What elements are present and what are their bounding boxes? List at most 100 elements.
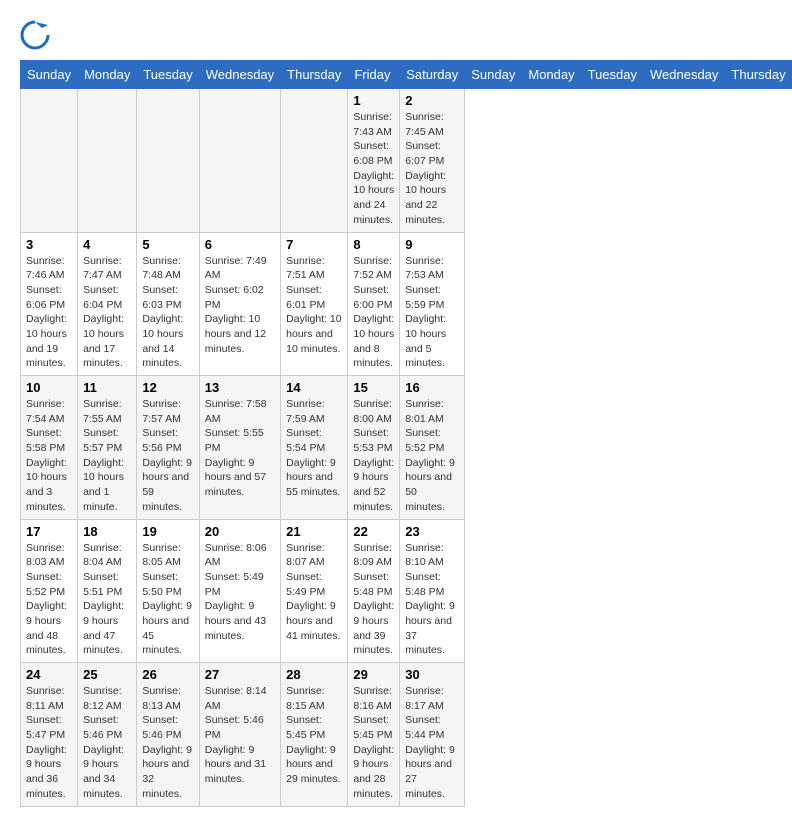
calendar-day-cell: [137, 89, 199, 233]
calendar-day-cell: [21, 89, 78, 233]
calendar-day-cell: 17 Sunrise: 8:03 AM Sunset: 5:52 PM Dayli…: [21, 519, 78, 663]
calendar-week-row: 17 Sunrise: 8:03 AM Sunset: 5:52 PM Dayli…: [21, 519, 792, 663]
day-header-saturday: Saturday: [400, 61, 465, 89]
day-info: Sunrise: 7:57 AM Sunset: 5:56 PM Dayligh…: [142, 397, 193, 515]
day-header-wednesday: Wednesday: [644, 61, 725, 89]
calendar-week-row: 3Sunrise: 7:46 AM Sunset: 6:06 PM Daylig…: [21, 232, 792, 376]
day-number: 20: [205, 524, 275, 539]
calendar-day-cell: 3Sunrise: 7:46 AM Sunset: 6:06 PM Daylig…: [21, 232, 78, 376]
day-info: Sunrise: 8:07 AM Sunset: 5:49 PM Dayligh…: [286, 541, 342, 644]
calendar-day-cell: 23 Sunrise: 8:10 AM Sunset: 5:48 PM Dayli…: [400, 519, 465, 663]
day-number: 17: [26, 524, 72, 539]
day-number: 1: [353, 93, 394, 108]
calendar-day-cell: 10 Sunrise: 7:54 AM Sunset: 5:58 PM Dayli…: [21, 376, 78, 520]
day-number: 22: [353, 524, 394, 539]
day-info: Sunrise: 8:09 AM Sunset: 5:48 PM Dayligh…: [353, 541, 394, 659]
calendar-day-cell: 1 Sunrise: 7:43 AM Sunset: 6:08 PM Daylig…: [348, 89, 400, 233]
day-number: 29: [353, 667, 394, 682]
day-number: 7: [286, 237, 342, 252]
day-number: 30: [405, 667, 459, 682]
day-header-friday: Friday: [348, 61, 400, 89]
day-info: Sunrise: 8:00 AM Sunset: 5:53 PM Dayligh…: [353, 397, 394, 515]
day-header-tuesday: Tuesday: [581, 61, 643, 89]
calendar-day-cell: 4 Sunrise: 7:47 AM Sunset: 6:04 PM Daylig…: [78, 232, 137, 376]
day-header-tuesday: Tuesday: [137, 61, 199, 89]
day-number: 21: [286, 524, 342, 539]
calendar-day-cell: 28 Sunrise: 8:15 AM Sunset: 5:45 PM Dayli…: [281, 663, 348, 807]
day-info: Sunrise: 8:13 AM Sunset: 5:46 PM Dayligh…: [142, 684, 193, 802]
calendar-day-cell: 20 Sunrise: 8:06 AM Sunset: 5:49 PM Dayli…: [199, 519, 280, 663]
day-info: Sunrise: 8:06 AM Sunset: 5:49 PM Dayligh…: [205, 541, 275, 644]
day-number: 27: [205, 667, 275, 682]
day-header-sunday: Sunday: [465, 61, 522, 89]
day-info: Sunrise: 8:03 AM Sunset: 5:52 PM Dayligh…: [26, 541, 72, 659]
day-info: Sunrise: 7:43 AM Sunset: 6:08 PM Dayligh…: [353, 110, 394, 228]
day-number: 11: [83, 380, 131, 395]
day-number: 4: [83, 237, 131, 252]
calendar-header-row: SundayMondayTuesdayWednesdayThursdayFrid…: [21, 61, 792, 89]
calendar-day-cell: 22 Sunrise: 8:09 AM Sunset: 5:48 PM Dayli…: [348, 519, 400, 663]
calendar-day-cell: 16 Sunrise: 8:01 AM Sunset: 5:52 PM Dayli…: [400, 376, 465, 520]
day-number: 2: [405, 93, 459, 108]
calendar-day-cell: 26Sunrise: 8:13 AM Sunset: 5:46 PM Dayli…: [137, 663, 199, 807]
day-info: Sunrise: 7:47 AM Sunset: 6:04 PM Dayligh…: [83, 254, 131, 372]
calendar-day-cell: [199, 89, 280, 233]
day-info: Sunrise: 8:15 AM Sunset: 5:45 PM Dayligh…: [286, 684, 342, 787]
calendar-day-cell: 24Sunrise: 8:11 AM Sunset: 5:47 PM Dayli…: [21, 663, 78, 807]
calendar-day-cell: 27 Sunrise: 8:14 AM Sunset: 5:46 PM Dayli…: [199, 663, 280, 807]
calendar-day-cell: [281, 89, 348, 233]
calendar-week-row: 24Sunrise: 8:11 AM Sunset: 5:47 PM Dayli…: [21, 663, 792, 807]
day-info: Sunrise: 7:49 AM Sunset: 6:02 PM Dayligh…: [205, 254, 275, 357]
calendar-day-cell: 12 Sunrise: 7:57 AM Sunset: 5:56 PM Dayli…: [137, 376, 199, 520]
day-number: 5: [142, 237, 193, 252]
day-number: 23: [405, 524, 459, 539]
calendar-day-cell: 25Sunrise: 8:12 AM Sunset: 5:46 PM Dayli…: [78, 663, 137, 807]
day-number: 16: [405, 380, 459, 395]
day-info: Sunrise: 7:52 AM Sunset: 6:00 PM Dayligh…: [353, 254, 394, 372]
calendar-day-cell: 29 Sunrise: 8:16 AM Sunset: 5:45 PM Dayli…: [348, 663, 400, 807]
day-info: Sunrise: 8:05 AM Sunset: 5:50 PM Dayligh…: [142, 541, 193, 659]
day-info: Sunrise: 8:17 AM Sunset: 5:44 PM Dayligh…: [405, 684, 459, 802]
day-header-wednesday: Wednesday: [199, 61, 280, 89]
day-info: Sunrise: 7:45 AM Sunset: 6:07 PM Dayligh…: [405, 110, 459, 228]
day-number: 25: [83, 667, 131, 682]
day-number: 8: [353, 237, 394, 252]
logo-icon: [20, 20, 50, 50]
day-header-thursday: Thursday: [281, 61, 348, 89]
day-header-sunday: Sunday: [21, 61, 78, 89]
calendar-week-row: 10 Sunrise: 7:54 AM Sunset: 5:58 PM Dayli…: [21, 376, 792, 520]
calendar-table: SundayMondayTuesdayWednesdayThursdayFrid…: [20, 60, 792, 807]
day-info: Sunrise: 7:54 AM Sunset: 5:58 PM Dayligh…: [26, 397, 72, 515]
day-number: 14: [286, 380, 342, 395]
day-info: Sunrise: 7:55 AM Sunset: 5:57 PM Dayligh…: [83, 397, 131, 515]
day-number: 24: [26, 667, 72, 682]
calendar-day-cell: 9Sunrise: 7:53 AM Sunset: 5:59 PM Daylig…: [400, 232, 465, 376]
day-info: Sunrise: 7:53 AM Sunset: 5:59 PM Dayligh…: [405, 254, 459, 372]
day-number: 28: [286, 667, 342, 682]
day-header-thursday: Thursday: [725, 61, 792, 89]
day-number: 18: [83, 524, 131, 539]
calendar-day-cell: 2 Sunrise: 7:45 AM Sunset: 6:07 PM Daylig…: [400, 89, 465, 233]
calendar-day-cell: 18Sunrise: 8:04 AM Sunset: 5:51 PM Dayli…: [78, 519, 137, 663]
day-number: 10: [26, 380, 72, 395]
day-info: Sunrise: 8:16 AM Sunset: 5:45 PM Dayligh…: [353, 684, 394, 802]
day-info: Sunrise: 8:14 AM Sunset: 5:46 PM Dayligh…: [205, 684, 275, 787]
calendar-day-cell: 8 Sunrise: 7:52 AM Sunset: 6:00 PM Daylig…: [348, 232, 400, 376]
day-number: 6: [205, 237, 275, 252]
day-header-monday: Monday: [522, 61, 581, 89]
calendar-day-cell: 19 Sunrise: 8:05 AM Sunset: 5:50 PM Dayli…: [137, 519, 199, 663]
calendar-day-cell: 21 Sunrise: 8:07 AM Sunset: 5:49 PM Dayli…: [281, 519, 348, 663]
calendar-day-cell: 5Sunrise: 7:48 AM Sunset: 6:03 PM Daylig…: [137, 232, 199, 376]
day-number: 19: [142, 524, 193, 539]
calendar-week-row: 1 Sunrise: 7:43 AM Sunset: 6:08 PM Daylig…: [21, 89, 792, 233]
day-number: 12: [142, 380, 193, 395]
day-info: Sunrise: 7:58 AM Sunset: 5:55 PM Dayligh…: [205, 397, 275, 500]
day-number: 3: [26, 237, 72, 252]
day-info: Sunrise: 8:01 AM Sunset: 5:52 PM Dayligh…: [405, 397, 459, 515]
calendar-day-cell: 7Sunrise: 7:51 AM Sunset: 6:01 PM Daylig…: [281, 232, 348, 376]
day-info: Sunrise: 8:10 AM Sunset: 5:48 PM Dayligh…: [405, 541, 459, 659]
day-number: 15: [353, 380, 394, 395]
page-header: [20, 20, 772, 50]
calendar-day-cell: [78, 89, 137, 233]
calendar-day-cell: 15 Sunrise: 8:00 AM Sunset: 5:53 PM Dayli…: [348, 376, 400, 520]
